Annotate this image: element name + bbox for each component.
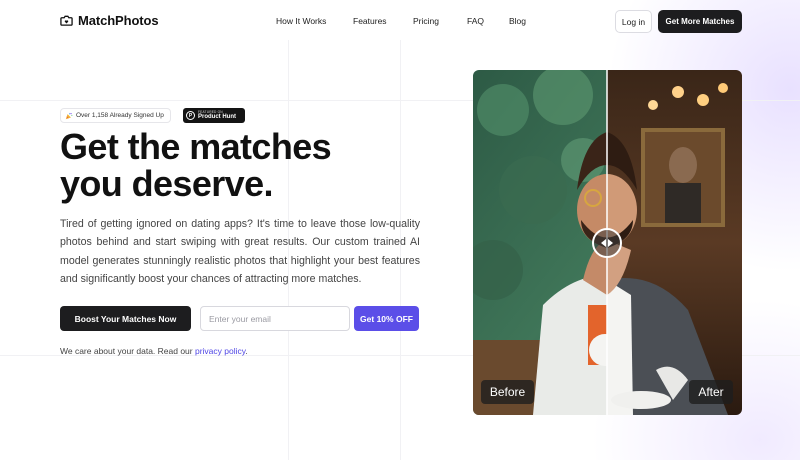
arrow-left-icon: [601, 239, 606, 247]
product-hunt-badge[interactable]: P FEATURED ON Product Hunt: [183, 108, 245, 123]
nav-link-features[interactable]: Features: [353, 16, 387, 26]
nav-link-pricing[interactable]: Pricing: [413, 16, 439, 26]
party-popper-icon: [65, 112, 73, 119]
product-hunt-icon: P: [186, 111, 195, 120]
nav-link-blog[interactable]: Blog: [509, 16, 526, 26]
product-hunt-text: FEATURED ON Product Hunt: [198, 110, 236, 121]
product-hunt-name: Product Hunt: [198, 114, 236, 121]
after-label: After: [689, 380, 733, 404]
nav-link-how-it-works[interactable]: How It Works: [276, 16, 326, 26]
hero-title-line-1: Get the matches: [60, 126, 332, 167]
privacy-policy-link[interactable]: privacy policy: [195, 346, 245, 356]
login-button[interactable]: Log in: [615, 10, 652, 33]
boost-matches-button[interactable]: Boost Your Matches Now: [60, 306, 191, 331]
top-nav: MatchPhotos How It Works Features Pricin…: [0, 0, 800, 44]
signed-up-text: Over 1,158 Already Signed Up: [76, 112, 164, 119]
arrow-right-icon: [608, 239, 613, 247]
discount-button[interactable]: Get 10% OFF: [354, 306, 419, 331]
signed-up-badge: Over 1,158 Already Signed Up: [60, 108, 171, 123]
email-input[interactable]: [200, 306, 350, 331]
before-label: Before: [481, 380, 534, 404]
hero-title: Get the matches you deserve.: [60, 128, 400, 202]
get-more-matches-button[interactable]: Get More Matches: [658, 10, 742, 33]
nav-link-faq[interactable]: FAQ: [467, 16, 484, 26]
comparison-slider-handle[interactable]: [592, 228, 622, 258]
privacy-text: We care about your data. Read our: [60, 346, 195, 356]
privacy-note: We care about your data. Read our privac…: [60, 346, 248, 356]
privacy-suffix: .: [245, 346, 248, 356]
hero-description: Tired of getting ignored on dating apps?…: [60, 218, 420, 286]
hero-title-line-2: you deserve.: [60, 163, 274, 204]
